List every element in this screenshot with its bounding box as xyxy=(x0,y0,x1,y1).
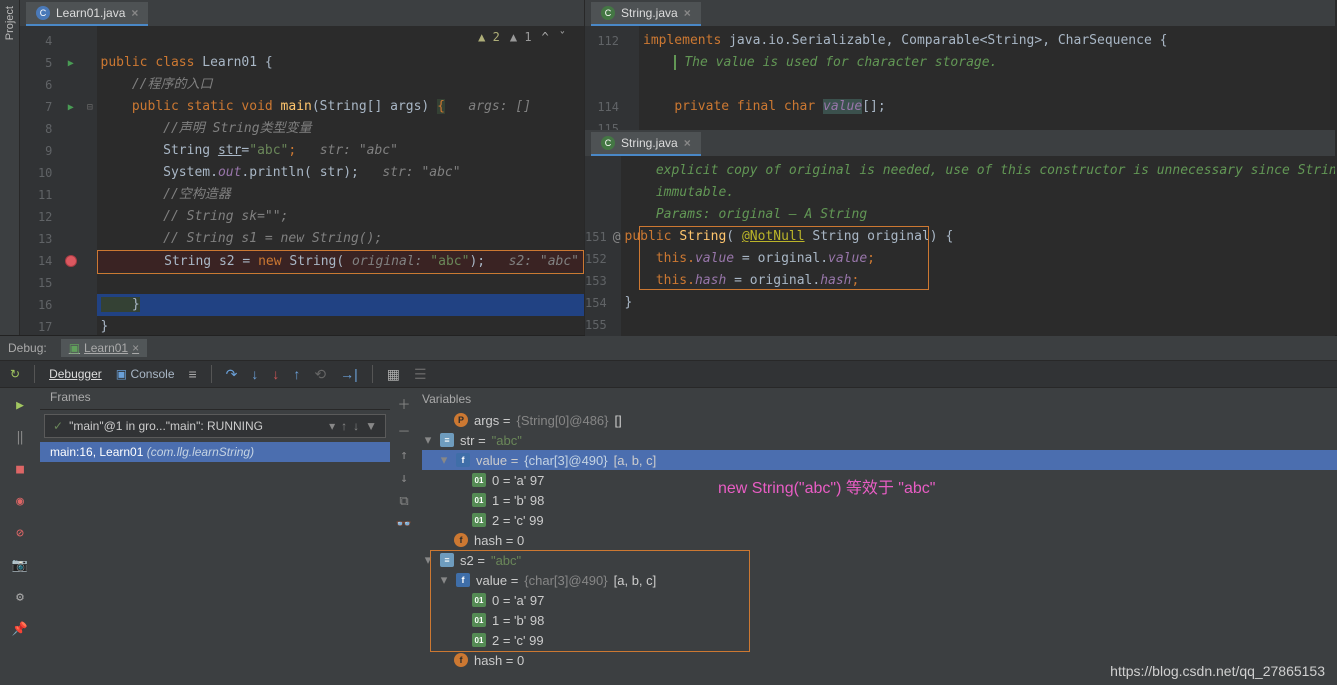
annotation-text: new String("abc") 等效于 "abc" xyxy=(718,474,935,498)
copy-button[interactable]: ⧉ xyxy=(399,494,408,509)
code-right-top[interactable]: implements java.io.Serializable, Compara… xyxy=(639,26,1335,130)
var-hash[interactable]: fhash = 0 xyxy=(422,530,1337,550)
close-icon[interactable]: × xyxy=(684,6,691,20)
threads-button[interactable]: ≡ xyxy=(189,366,197,382)
evaluate-button[interactable]: ▦ xyxy=(387,366,400,383)
variables-toolbar: ＋ － ↑↓ ⧉ 👓 xyxy=(390,388,418,685)
debug-tab-learn01[interactable]: ▣Learn01× xyxy=(61,339,147,357)
debug-panel: Debug: ▣Learn01× ↻ Debugger ▣ Console ≡ … xyxy=(0,335,1337,685)
step-over-button[interactable]: ↷ xyxy=(226,366,238,383)
inspection-badges[interactable]: ▲ 2 ▲ 1 ^ˇ xyxy=(478,30,566,44)
thread-selector[interactable]: ✓ "main"@1 in gro..."main": RUNNING ▾ ↑↓… xyxy=(44,414,386,438)
java-class-icon: C xyxy=(36,6,50,20)
step-into-button[interactable]: ↓ xyxy=(251,366,258,382)
drop-frame-button[interactable]: ⟲ xyxy=(314,366,326,383)
stop-button[interactable]: ■ xyxy=(9,458,31,480)
pin-icon[interactable]: 📌 xyxy=(9,618,31,640)
tab-learn01[interactable]: C Learn01.java × xyxy=(26,2,148,26)
debug-sidebar: ▶ ‖ ■ ◉ ⊘ 📷 ⚙ 📌 xyxy=(0,388,40,685)
close-icon[interactable]: × xyxy=(684,136,691,150)
project-toolwindow-tab[interactable]: Project xyxy=(0,0,20,335)
frames-header: Frames xyxy=(40,388,390,410)
var-str[interactable]: ▾≡ str = "abc" xyxy=(422,430,1337,450)
pause-button[interactable]: ‖ xyxy=(9,426,31,448)
gutter-icons: ▶ ▶ xyxy=(58,26,83,335)
tab-label: String.java xyxy=(621,136,678,150)
java-lib-icon: C xyxy=(601,136,615,150)
editor-tabstrip-r1: C String.java × xyxy=(585,0,1335,26)
editor-tabstrip-r2: C String.java × xyxy=(585,130,1335,156)
line-gutter: 4567891011121314151617 xyxy=(20,26,58,335)
console-tab[interactable]: ▣ Console xyxy=(116,367,175,381)
mute-breakpoints-button[interactable]: ⊘ xyxy=(9,522,31,544)
variables-header: Variables xyxy=(422,392,1337,410)
glasses-icon[interactable]: 👓 xyxy=(396,517,412,532)
close-icon[interactable]: × xyxy=(131,6,138,20)
filter-icon[interactable]: ▼ xyxy=(365,419,377,433)
line-gutter: 151152153154155 xyxy=(585,156,613,336)
java-lib-icon: C xyxy=(601,6,615,20)
editor-tabstrip-left: C Learn01.java × xyxy=(20,0,584,26)
run-to-cursor-button[interactable]: →| xyxy=(340,366,358,382)
highlight-box xyxy=(430,550,750,652)
run-icon[interactable]: ▶ xyxy=(68,58,74,69)
view-breakpoints-button[interactable]: ◉ xyxy=(9,490,31,512)
settings-icon[interactable]: ⚙ xyxy=(9,586,31,608)
force-step-into-button[interactable]: ↓ xyxy=(272,366,279,382)
camera-icon[interactable]: 📷 xyxy=(9,554,31,576)
run-icon[interactable]: ▶ xyxy=(68,102,74,113)
watermark: https://blog.csdn.net/qq_27865153 xyxy=(1110,663,1325,679)
debugger-tab[interactable]: Debugger xyxy=(49,367,102,381)
tab-label: Learn01.java xyxy=(56,6,125,20)
array-element[interactable]: 012 = 'c' 99 xyxy=(422,510,1337,530)
add-watch-button[interactable]: ＋ xyxy=(397,394,410,413)
remove-watch-button[interactable]: － xyxy=(397,421,410,440)
trace-button[interactable]: ☰ xyxy=(414,366,427,383)
debug-label: Debug: xyxy=(8,341,47,355)
var-str-value[interactable]: ▾f value = {char[3]@490} [a, b, c] xyxy=(422,450,1337,470)
tab-string-bot[interactable]: C String.java × xyxy=(591,132,701,156)
tab-label: String.java xyxy=(621,6,678,20)
fold-column: ⊟ xyxy=(83,26,96,335)
stack-frame[interactable]: main:16, Learn01 (com.llg.learnString) xyxy=(40,442,390,462)
variables-tree[interactable]: Variables P args = {String[0]@486} [] ▾≡… xyxy=(418,388,1337,685)
var-args[interactable]: P args = {String[0]@486} [] xyxy=(422,410,1337,430)
breakpoint-icon[interactable] xyxy=(65,255,77,267)
line-gutter: 112114115 xyxy=(585,26,625,130)
rerun-button[interactable]: ↻ xyxy=(10,367,20,381)
resume-button[interactable]: ▶ xyxy=(9,394,31,416)
highlight-box xyxy=(639,226,929,290)
code-right-bot[interactable]: explicit copy of original is needed, use… xyxy=(621,156,1335,336)
tab-string-top[interactable]: C String.java × xyxy=(591,2,701,26)
step-out-button[interactable]: ↑ xyxy=(293,366,300,382)
code-left[interactable]: ▲ 2 ▲ 1 ^ˇ public class Learn01 { //程序的入… xyxy=(97,26,584,335)
